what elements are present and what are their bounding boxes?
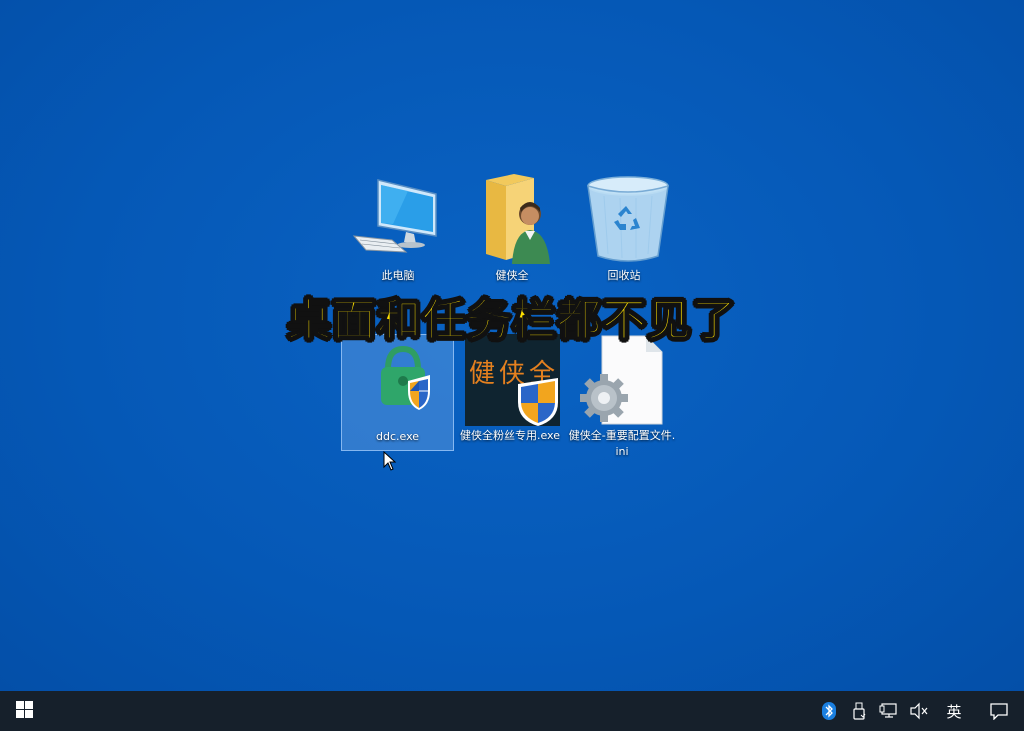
desktop: 此电脑 健侠全 回收站 ddc.exe 健侠全 健侠全粉丝专用.exe 健侠全-… [0,0,1024,691]
recycle-bin-icon [574,174,674,266]
taskbar: 英 [0,691,1024,731]
desktop-icon-recycle-bin[interactable]: 回收站 [568,174,680,286]
desktop-icon-label: 健侠全-重要配置文件.ini [568,429,676,458]
jianxiaquan-app-icon: 健侠全 [460,334,565,426]
desktop-icon-config-ini[interactable]: 健侠全-重要配置文件.ini [566,334,678,462]
user-folder-icon [462,174,562,266]
shield-app-icon [348,335,448,427]
windows-logo-icon [15,700,33,722]
desktop-icon-label: 回收站 [607,269,641,282]
desktop-icon-label: 健侠全 [495,269,529,282]
desktop-icon-ddc-exe[interactable]: ddc.exe [341,334,454,451]
volume-muted-icon[interactable] [904,691,934,731]
start-button[interactable] [0,691,48,731]
input-method-indicator[interactable]: 英 [934,691,974,731]
desktop-icon-label: 此电脑 [381,269,415,282]
desktop-icon-label: ddc.exe [375,430,420,443]
usb-icon[interactable] [844,691,874,731]
bluetooth-icon[interactable] [814,691,844,731]
this-pc-icon [348,174,448,266]
desktop-icon-user-folder[interactable]: 健侠全 [456,174,568,286]
mouse-cursor-icon [383,450,397,475]
notification-icon[interactable] [974,691,1024,731]
desktop-icon-label: 健侠全粉丝专用.exe [459,429,560,442]
network-icon[interactable] [874,691,904,731]
desktop-icon-jianxiaquan-exe[interactable]: 健侠全 健侠全粉丝专用.exe [454,334,566,446]
system-tray: 英 [814,691,1024,731]
desktop-icon-this-pc[interactable]: 此电脑 [342,174,454,286]
config-file-icon [572,334,672,426]
